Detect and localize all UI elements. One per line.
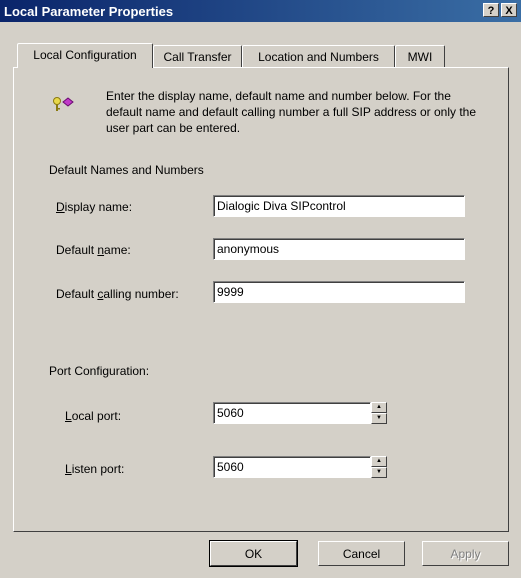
tab-label: Call Transfer (163, 50, 232, 64)
spin-up-icon[interactable]: ▲ (371, 402, 387, 413)
port-configuration-legend: Port Configuration: (47, 364, 152, 378)
ok-button-label: OK (244, 547, 263, 561)
local-port-field[interactable]: 5060 (213, 402, 371, 424)
display-name-field[interactable]: Dialogic Diva SIPcontrol (213, 195, 465, 217)
default-calling-number-label: Default calling number: (56, 287, 179, 301)
tab-local-configuration[interactable]: Local Configuration (17, 43, 153, 68)
tab-call-transfer[interactable]: Call Transfer (153, 45, 242, 67)
listen-port-field[interactable]: 5060 (213, 456, 371, 478)
default-calling-number-field[interactable]: 9999 (213, 281, 465, 303)
window-title: Local Parameter Properties (4, 4, 174, 19)
title-bar: Local Parameter Properties ? X (0, 0, 521, 22)
default-names-legend: Default Names and Numbers (47, 163, 206, 177)
default-name-label: Default name: (56, 243, 131, 257)
keys-icon (52, 96, 74, 117)
intro-text: Enter the display name, default name and… (106, 89, 477, 135)
spin-down-icon[interactable]: ▼ (371, 413, 387, 424)
default-name-field[interactable]: anonymous (213, 238, 465, 260)
apply-button-label: Apply (450, 547, 481, 561)
listen-port-label: Listen port: (65, 462, 125, 476)
tab-mwi[interactable]: MWI (395, 45, 445, 67)
local-port-spinner[interactable]: ▲ ▼ (371, 402, 387, 424)
listen-port-spinner[interactable]: ▲ ▼ (371, 456, 387, 478)
tab-label: Local Configuration (33, 48, 137, 62)
tab-label: Location and Numbers (258, 50, 379, 64)
apply-button: Apply (422, 541, 509, 566)
display-name-label: Display name: (56, 200, 133, 214)
close-button[interactable]: X (501, 3, 517, 17)
spin-down-icon[interactable]: ▼ (371, 467, 387, 478)
help-button[interactable]: ? (483, 3, 499, 17)
cancel-button[interactable]: Cancel (318, 541, 405, 566)
cancel-button-label: Cancel (342, 547, 381, 561)
ok-button[interactable]: OK (209, 540, 298, 567)
tab-label: MWI (407, 50, 433, 64)
spin-up-icon[interactable]: ▲ (371, 456, 387, 467)
local-port-label: Local port: (65, 409, 122, 423)
tab-location-and-numbers[interactable]: Location and Numbers (242, 45, 395, 67)
